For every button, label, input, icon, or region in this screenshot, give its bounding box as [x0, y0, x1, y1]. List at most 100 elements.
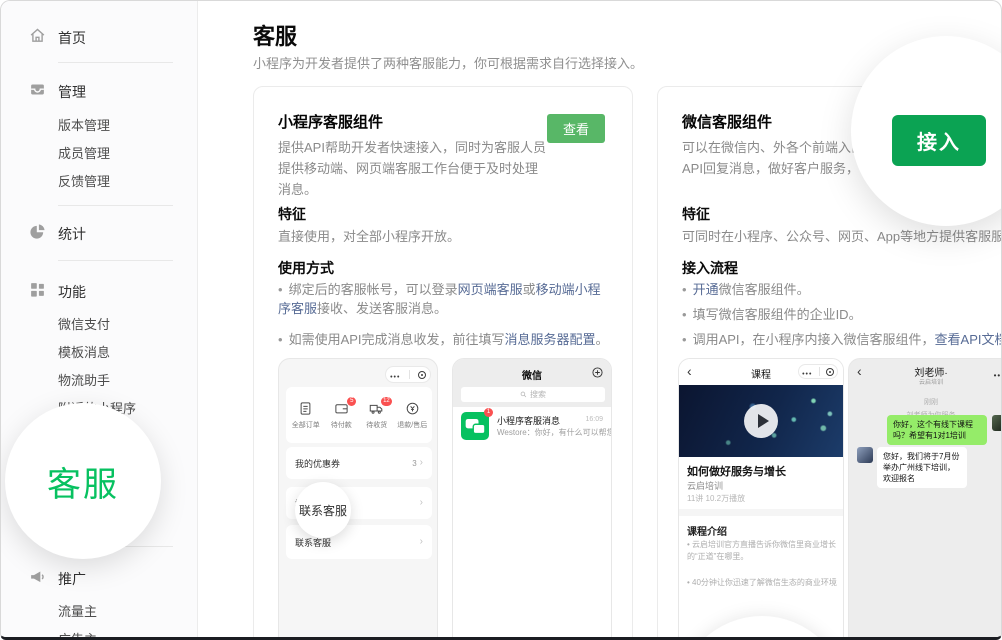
search-icon [520, 391, 527, 398]
card-title: 微信客服组件 [682, 111, 772, 132]
spotlight-faint-circle [678, 616, 844, 640]
pie-chart-icon [29, 223, 46, 240]
sidebar-item-template-message[interactable]: 模板消息 [58, 342, 110, 361]
badge-count: 12 [381, 397, 392, 406]
grid-icon [29, 281, 46, 298]
app-window: 首页 管理 版本管理 成员管理 反馈管理 统计 功能 微信支付 模板消息 物流助… [0, 0, 1002, 640]
miniprogram-capsule [798, 364, 838, 379]
chevron-right-icon [420, 458, 423, 468]
sidebar-divider [58, 205, 173, 206]
api-doc-link[interactable]: 查看API文档 [935, 332, 1002, 347]
screenshot-wechat-list-phone: 微信 搜索 1 小程序客服消息 16:09 Westore：你好，有什么可以帮您… [452, 358, 612, 640]
play-button-icon [744, 404, 778, 438]
chat-preview: Westore：你好，有什么可以帮您? [497, 427, 612, 438]
agent-avatar [857, 447, 873, 463]
chat-header: 刘老师· 云启培训 [849, 359, 1002, 389]
sidebar-item-logistics[interactable]: 物流助手 [58, 370, 110, 389]
sidebar-item-version-manage[interactable]: 版本管理 [58, 115, 110, 134]
chat-time: 16:09 [585, 416, 603, 423]
more-icon [994, 365, 1002, 383]
feature-text: 可同时在小程序、公众号、网页、App等地方提供客服服务。 [682, 226, 1002, 245]
sidebar-item-label: 首页 [58, 28, 86, 48]
user-avatar [992, 415, 1002, 431]
search-bar: 搜索 [461, 387, 605, 402]
sidebar-item-traffic[interactable]: 流量主 [58, 601, 97, 620]
more-icon [390, 366, 400, 384]
shortcut-all-orders: 全部订单 [290, 401, 322, 430]
view-button[interactable]: 查看 [547, 114, 605, 143]
card-miniprogram-service: 小程序客服组件 提供API帮助开发者快速接入，同时为客服人员提供移动端、网页端客… [253, 86, 633, 640]
miniprogram-capsule [385, 366, 431, 383]
course-video-thumbnail [679, 385, 843, 457]
page-title: 客服 [253, 19, 297, 51]
sidebar-item-customer-service-label: 客服 [47, 457, 119, 506]
bullet-dot-icon: • [278, 332, 283, 347]
usage-section-title: 使用方式 [278, 258, 334, 278]
chevron-right-icon [420, 537, 423, 547]
chat-bubbles-icon [461, 412, 489, 440]
sidebar-divider [58, 62, 173, 63]
course-intro-bullet-1: • 云启培训官方直播告诉你微信里商业增长的“正道”在哪里。 [687, 539, 837, 563]
join-button[interactable]: 接入 [892, 115, 986, 166]
open-service-link[interactable]: 开通 [693, 282, 719, 297]
unread-badge: 1 [484, 408, 493, 417]
sidebar-item-wechat-pay[interactable]: 微信支付 [58, 314, 110, 333]
agent-org: 云启培训 [849, 377, 1002, 386]
more-icon [802, 363, 812, 381]
shortcut-to-pay: 5 待付款 [325, 401, 357, 430]
course-header: 课程 [679, 359, 843, 385]
spotlight-sidebar-customer-service[interactable]: 客服 [5, 403, 161, 559]
spotlight-contact-service: 联系客服 [295, 482, 351, 538]
message-server-config-link[interactable]: 消息服务器配置 [505, 332, 596, 347]
course-title: 如何做好服务与增长 [687, 463, 786, 479]
flow-bullet-3: •调用API，在小程序内接入微信客服组件，查看API文档。 [682, 330, 1002, 349]
sidebar-item-promote[interactable]: 推广 [1, 568, 197, 588]
sidebar-item-stats[interactable]: 统计 [1, 223, 197, 243]
section-divider [679, 509, 843, 516]
sidebar-item-advertiser[interactable]: 广告主 [58, 629, 97, 640]
wechat-title: 微信 [453, 367, 611, 382]
chat-name: 小程序客服消息 [497, 414, 560, 427]
sidebar-item-manage[interactable]: 管理 [1, 81, 197, 101]
user-message-bubble: 你好，这个有线下课程吗？希望有1对1培训 [887, 415, 987, 445]
shortcut-refund: 退款/售后 [396, 401, 428, 430]
usage-bullet-1: •绑定后的客服帐号，可以登录网页端客服或移动端小程序客服接收、发送客服消息。 [278, 280, 612, 318]
refund-icon [405, 401, 420, 416]
chevron-right-icon [420, 498, 423, 508]
feature-section-title: 特征 [682, 204, 710, 224]
card-title: 小程序客服组件 [278, 111, 383, 132]
close-target-icon [826, 368, 834, 376]
sidebar-item-label: 统计 [58, 224, 86, 244]
chat-timestamp: 刚刚 [849, 397, 1002, 407]
flow-bullet-1: •开通微信客服组件。 [682, 280, 1002, 299]
web-service-link[interactable]: 网页端客服 [458, 282, 523, 297]
sidebar-item-feedback-manage[interactable]: 反馈管理 [58, 171, 110, 190]
screenshot-course-phone: 课程 如何做好服务与增长 云启培训 11讲 10.2万播放 课程介绍 • 云启培… [678, 358, 844, 640]
badge-count: 5 [347, 397, 356, 406]
feature-text: 直接使用，对全部小程序开放。 [278, 226, 460, 245]
sidebar-item-member-manage[interactable]: 成员管理 [58, 143, 110, 162]
bullet-dot-icon: • [682, 307, 687, 322]
card-description: 提供API帮助开发者快速接入，同时为客服人员提供移动端、网页端客服工作台便于及时… [278, 137, 548, 200]
sidebar-item-label: 功能 [58, 282, 86, 302]
order-shortcuts: 全部订单 5 待付款 12 待收货 退款/售后 [286, 387, 432, 443]
usage-bullet-2: •如需使用API完成消息收发，前往填写消息服务器配置。 [278, 330, 612, 349]
plus-circle-icon [592, 367, 603, 378]
order-list-icon [298, 401, 313, 416]
inbox-icon [29, 81, 46, 98]
sidebar-item-features[interactable]: 功能 [1, 281, 197, 301]
flow-bullet-2: •填写微信客服组件的企业ID。 [682, 305, 1002, 324]
screenshot-service-chat-phone: 刘老师· 云启培训 刚刚 刘老师为你服务 你好，这个有线下课程吗？希望有1对1培… [848, 358, 1002, 640]
home-icon [29, 27, 46, 44]
megaphone-icon [29, 568, 46, 585]
course-intro-title: 课程介绍 [687, 523, 727, 538]
sidebar-item-label: 管理 [58, 82, 86, 102]
sidebar-item-home[interactable]: 首页 [1, 27, 197, 47]
sidebar-item-label: 推广 [58, 569, 86, 589]
shortcut-to-receive: 12 待收货 [361, 401, 393, 430]
wechat-header: 微信 搜索 [453, 359, 611, 407]
flow-section-title: 接入流程 [682, 258, 738, 278]
agent-message-bubble: 您好，我们将于7月份举办广州线下培训，欢迎报名 [877, 447, 967, 488]
row-coupons: 我的优惠券3 [286, 447, 432, 479]
close-target-icon [418, 371, 426, 379]
